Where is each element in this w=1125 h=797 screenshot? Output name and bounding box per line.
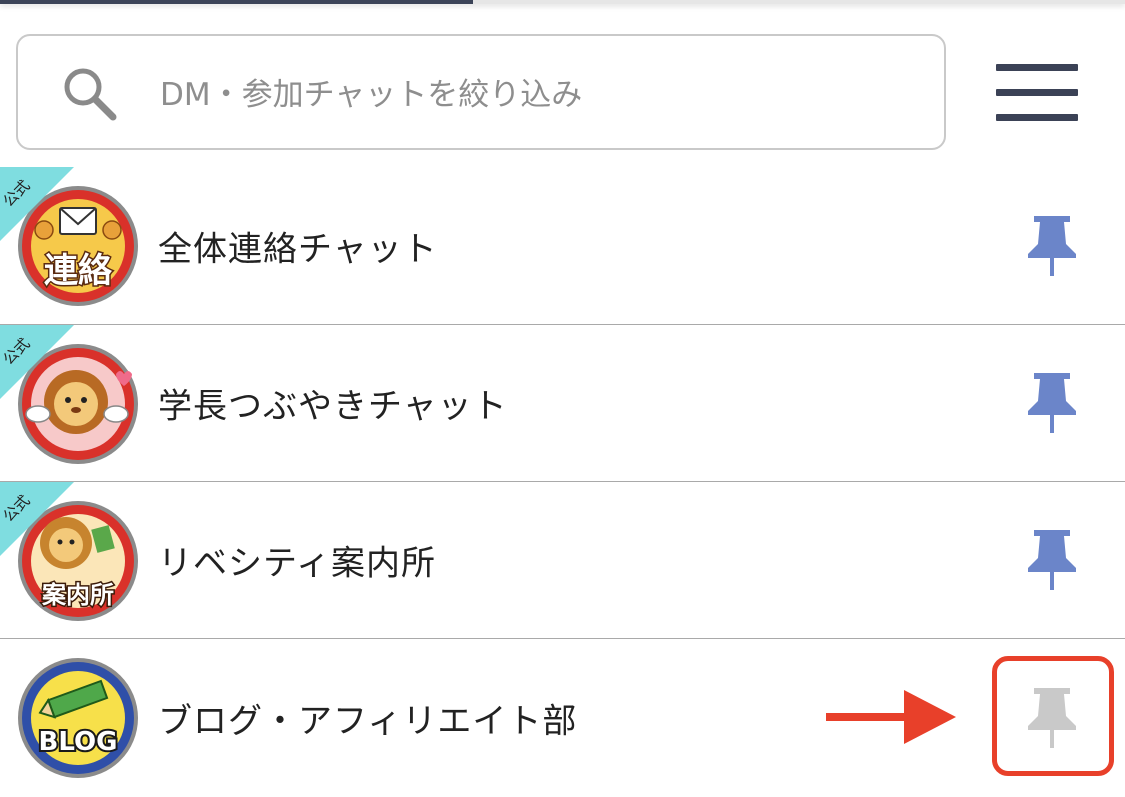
svg-text:連絡: 連絡 [44, 251, 113, 291]
highlight-annotation [992, 656, 1114, 776]
official-badge: 公式 [0, 167, 74, 241]
chat-avatar: BLOG [18, 658, 138, 778]
pin-icon[interactable] [1026, 528, 1078, 592]
official-badge: 公式 [0, 482, 74, 556]
search-input[interactable] [158, 66, 922, 124]
chat-row[interactable]: 公式 学長つぶやきチャット [0, 325, 1125, 482]
chat-title: 全体連絡チャット [158, 229, 438, 269]
pin-icon[interactable] [1026, 214, 1078, 278]
menu-button[interactable] [996, 64, 1078, 122]
arrow-right-icon [826, 690, 956, 744]
top-progress-bar [0, 0, 1125, 4]
search-icon [64, 68, 117, 121]
pin-icon[interactable] [1026, 371, 1078, 435]
chat-list: 連絡 公式 全体連絡チャット 公式 学長つぶやきチャット 案内所 公式 リベシテ… [0, 167, 1125, 796]
hamburger-menu-icon-bar [996, 89, 1078, 96]
official-badge: 公式 [0, 325, 74, 399]
top-progress-fill [0, 0, 473, 4]
hamburger-menu-icon-bar [996, 114, 1078, 121]
chat-row[interactable]: 案内所 公式 リベシティ案内所 [0, 482, 1125, 639]
search-box[interactable] [16, 34, 946, 150]
svg-text:BLOG: BLOG [39, 727, 118, 757]
chat-title: リベシティ案内所 [158, 543, 436, 584]
chat-title: ブログ・アフィリエイト部 [158, 701, 578, 741]
chat-row[interactable]: BLOG ブログ・アフィリエイト部 [0, 639, 1125, 796]
chat-row[interactable]: 連絡 公式 全体連絡チャット [0, 167, 1125, 325]
chat-title: 学長つぶやきチャット [158, 386, 508, 427]
hamburger-menu-icon-bar [996, 64, 1078, 71]
svg-text:案内所: 案内所 [41, 581, 114, 609]
